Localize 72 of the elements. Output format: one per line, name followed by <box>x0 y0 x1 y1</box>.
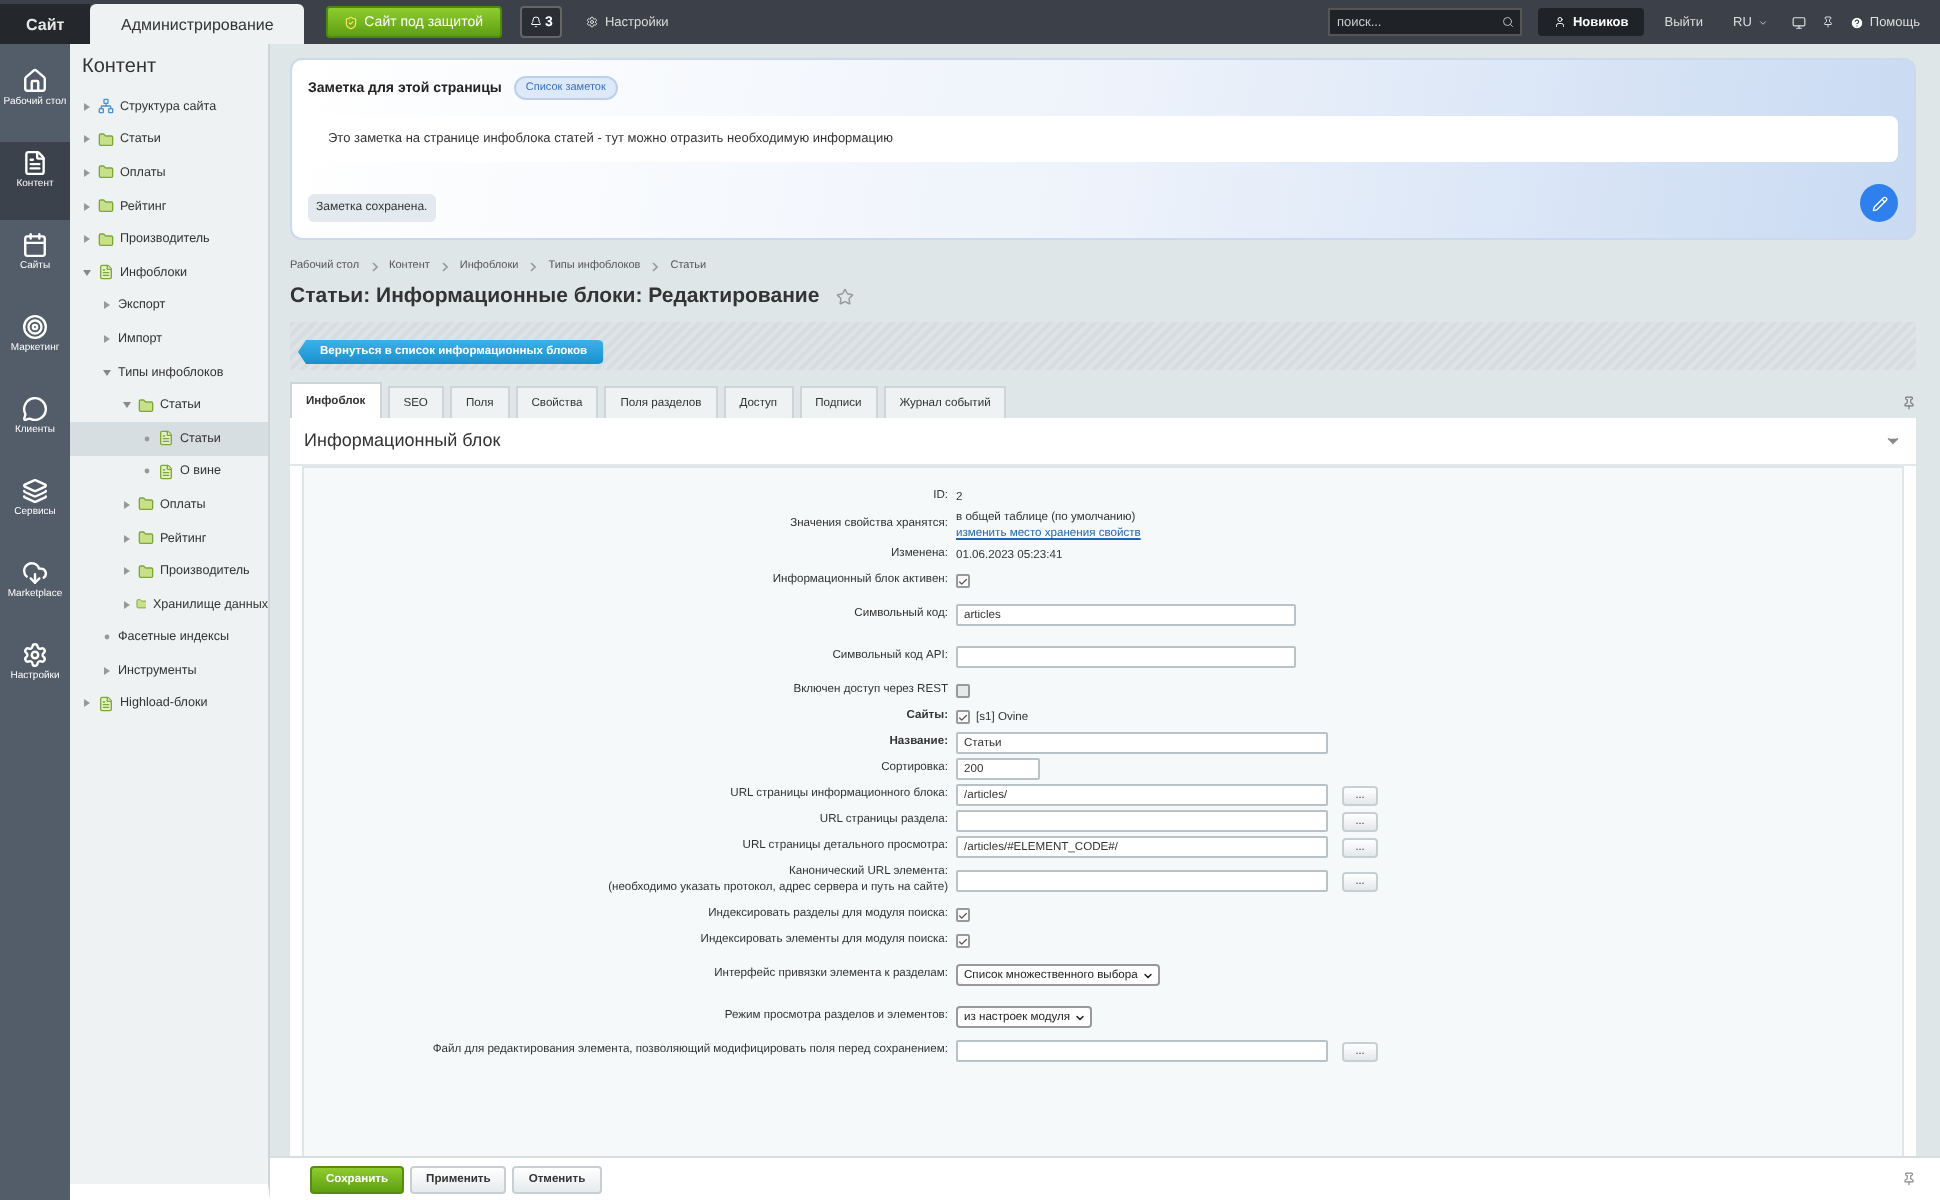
settings-icon <box>586 16 599 28</box>
caret-right-icon[interactable] <box>82 698 92 709</box>
folder-icon <box>138 563 154 580</box>
folder-icon <box>98 198 114 215</box>
pencil-icon <box>1871 195 1887 211</box>
bullet-icon <box>142 466 152 477</box>
caret-right-icon[interactable] <box>102 333 112 344</box>
list-icon <box>98 264 114 281</box>
caret-right-icon[interactable] <box>82 167 92 178</box>
caret-down-icon[interactable] <box>102 367 112 378</box>
caret-right-icon[interactable] <box>122 499 132 510</box>
caret-right-icon[interactable] <box>122 566 132 577</box>
folder-icon <box>98 164 114 181</box>
chevron-right-icon <box>441 261 448 271</box>
folder-icon <box>135 596 147 613</box>
caret-right-icon[interactable] <box>82 234 92 245</box>
checkbox[interactable] <box>956 574 970 589</box>
chevron-down-icon <box>1074 1011 1087 1024</box>
caret-down-icon[interactable] <box>82 267 92 278</box>
search-icon[interactable] <box>1502 16 1515 28</box>
edit-button[interactable] <box>1860 184 1898 222</box>
house-icon <box>22 68 48 94</box>
caret-right-icon[interactable] <box>102 665 112 676</box>
input-field[interactable] <box>956 870 1328 893</box>
list-icon <box>158 430 174 447</box>
caret-right-icon[interactable] <box>82 101 92 112</box>
help-icon <box>1849 15 1864 29</box>
page-title: Статьи: Информационные блоки: Редактирование <box>290 284 820 308</box>
list-icon <box>98 695 114 712</box>
bullet-icon <box>142 433 152 444</box>
chat-icon <box>22 396 48 422</box>
target-icon <box>22 314 48 340</box>
chevron-right-icon <box>652 261 659 271</box>
shield-icon <box>344 15 359 29</box>
folder-icon <box>98 231 114 248</box>
star-icon[interactable] <box>835 287 854 305</box>
layers-icon <box>22 478 48 504</box>
calendar-icon <box>22 232 48 258</box>
chevron-down-icon <box>1757 17 1768 27</box>
caret-right-icon[interactable] <box>82 134 92 145</box>
bell-icon <box>529 16 542 28</box>
chevron-right-icon <box>371 261 378 271</box>
checkbox[interactable] <box>956 684 970 699</box>
folder-icon <box>138 397 154 414</box>
folder-icon <box>138 530 154 547</box>
folder-icon <box>138 496 154 513</box>
settings-icon <box>22 642 48 668</box>
caret-right-icon[interactable] <box>122 599 130 610</box>
list-icon <box>158 463 174 480</box>
checkbox[interactable] <box>956 934 970 949</box>
checkbox[interactable] <box>956 908 970 923</box>
monitor-icon[interactable] <box>1791 15 1806 29</box>
bullet-icon <box>102 632 112 643</box>
caret-down-icon[interactable] <box>122 400 132 411</box>
checkbox[interactable] <box>956 710 970 725</box>
folder-icon <box>98 131 114 148</box>
top-tab[interactable]: Администрирование <box>90 4 305 44</box>
structure-icon <box>98 98 114 115</box>
panel-title: Контент <box>80 56 159 82</box>
section-title: Информационный блок <box>304 430 501 450</box>
input-field[interactable] <box>956 646 1296 669</box>
input-field[interactable] <box>956 810 1328 833</box>
input-field[interactable] <box>956 1040 1328 1063</box>
user-icon <box>1554 16 1567 28</box>
caret-right-icon[interactable] <box>122 533 132 544</box>
chevron-down-icon <box>1141 969 1154 982</box>
top-tab[interactable]: Сайт <box>0 4 91 44</box>
chevron-right-icon <box>530 261 537 271</box>
cloud-icon <box>22 560 48 586</box>
caret-right-icon[interactable] <box>102 300 112 311</box>
document-icon <box>22 150 48 176</box>
caret-right-icon[interactable] <box>82 201 92 212</box>
